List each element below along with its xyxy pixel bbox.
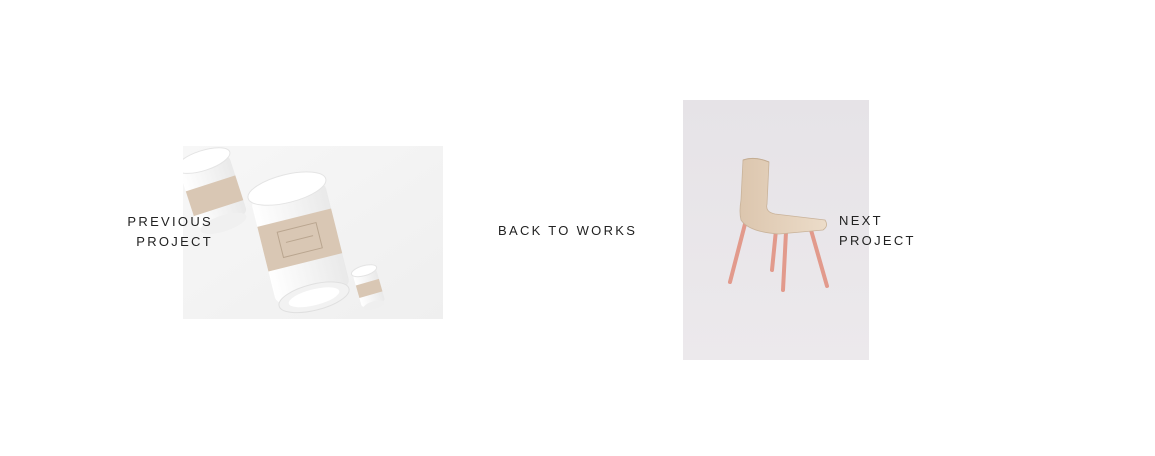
previous-label-line1: PREVIOUS bbox=[127, 214, 213, 229]
coffee-cups-image bbox=[183, 146, 443, 319]
back-to-works-link[interactable]: BACK TO WORKS bbox=[498, 221, 637, 241]
previous-label-line2: PROJECT bbox=[136, 234, 213, 249]
back-to-works-label: BACK TO WORKS bbox=[498, 223, 638, 238]
next-label-line2: PROJECT bbox=[839, 233, 916, 248]
previous-project-link[interactable]: PREVIOUS PROJECT bbox=[118, 212, 213, 252]
project-navigation: PREVIOUS PROJECT BACK TO WORKS NEXT PROJ… bbox=[0, 0, 1155, 456]
next-project-link[interactable]: NEXT PROJECT bbox=[839, 211, 916, 251]
previous-project-thumbnail[interactable] bbox=[183, 146, 443, 319]
next-label-line1: NEXT bbox=[839, 213, 883, 228]
